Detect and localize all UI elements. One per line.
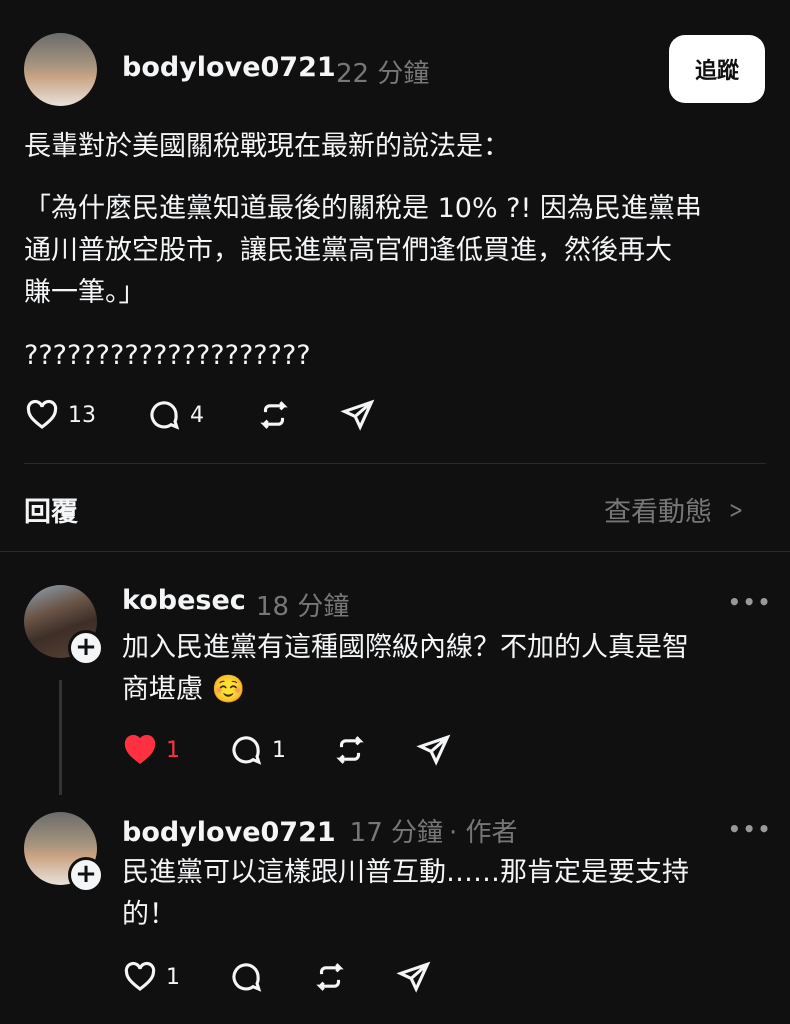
replies-title: 回覆 (24, 497, 78, 528)
share-icon (416, 734, 451, 766)
reply-comment-button[interactable]: 1 (228, 733, 286, 767)
reply-like-count: 1 (166, 737, 180, 763)
more-dots-icon[interactable]: ••• (728, 590, 772, 614)
reply-text-line: 的！ (122, 899, 176, 930)
post-text-line: 長輩對於美國關稅戰現在最新的說法是： (24, 131, 510, 162)
post-like-count: 13 (68, 402, 96, 428)
divider (24, 463, 766, 464)
more-dots-icon[interactable]: ••• (728, 817, 772, 841)
post-text-line: 「為什麼民進黨知道最後的關稅是 10% ?! 因為民進黨串 (24, 193, 702, 224)
post-like-button[interactable]: 13 (24, 398, 96, 432)
follow-plus-icon[interactable]: + (68, 630, 104, 666)
repost-icon (260, 401, 288, 429)
reply-share-button[interactable] (416, 733, 452, 771)
post-comment-button[interactable]: 4 (146, 398, 204, 432)
heart-icon (124, 961, 156, 991)
post-comment-count: 4 (190, 402, 204, 428)
post-repost-button[interactable] (256, 398, 292, 436)
reply-comment-button[interactable] (228, 960, 264, 998)
reply-header: bodylove0721 17 分鐘 · 作者 (122, 812, 518, 849)
reply-time: 17 分鐘 (349, 818, 444, 848)
post-avatar[interactable] (24, 33, 97, 106)
post-text-line: ???????????????????? (24, 340, 311, 371)
post-share-button[interactable] (340, 398, 376, 436)
repost-icon (316, 963, 344, 991)
reply-like-count: 1 (166, 964, 180, 990)
view-activity-link[interactable]: 查看動態 > (604, 490, 746, 529)
share-icon (340, 399, 375, 431)
post-time: 22 分鐘 (336, 59, 430, 89)
reply-repost-button[interactable] (312, 960, 348, 998)
thread-line (59, 680, 62, 795)
heart-icon (26, 399, 58, 429)
comment-icon (232, 963, 262, 992)
share-icon (396, 961, 431, 993)
reply-username[interactable]: kobesec (122, 585, 246, 616)
post-text-line: 通川普放空股市，讓民進黨高官們逢低買進，然後再大 (24, 235, 672, 266)
reply-share-button[interactable] (396, 960, 432, 998)
post-text-line: 賺一筆。」 (24, 277, 146, 308)
section-divider (0, 551, 790, 552)
reply-like-button[interactable]: 1 (122, 733, 180, 767)
post-username[interactable]: bodylove0721 (122, 52, 336, 83)
heart-icon (124, 734, 156, 764)
view-activity-label: 查看動態 (604, 497, 712, 528)
reply-text-line: 商堪慮 ☺️ (122, 674, 246, 705)
follow-button[interactable]: 追蹤 (669, 35, 765, 103)
author-tag: · 作者 (449, 818, 518, 848)
reply-username[interactable]: bodylove0721 (122, 817, 336, 848)
comment-icon (150, 401, 180, 430)
comment-icon (232, 736, 262, 765)
reply-text-line: 加入民進黨有這種國際級內線？不加的人真是智 (122, 632, 689, 663)
reply-text-line: 民進黨可以這樣跟川普互動……那肯定是要支持 (122, 857, 689, 888)
reply-time: 18 分鐘 (256, 592, 350, 622)
reply-like-button[interactable]: 1 (122, 960, 180, 994)
reply-comment-count: 1 (272, 737, 286, 763)
repost-icon (336, 736, 364, 764)
reply-repost-button[interactable] (332, 733, 368, 771)
chevron-right-icon: > (729, 495, 744, 524)
follow-button-label: 追蹤 (694, 59, 739, 84)
follow-plus-icon[interactable]: + (68, 857, 104, 893)
